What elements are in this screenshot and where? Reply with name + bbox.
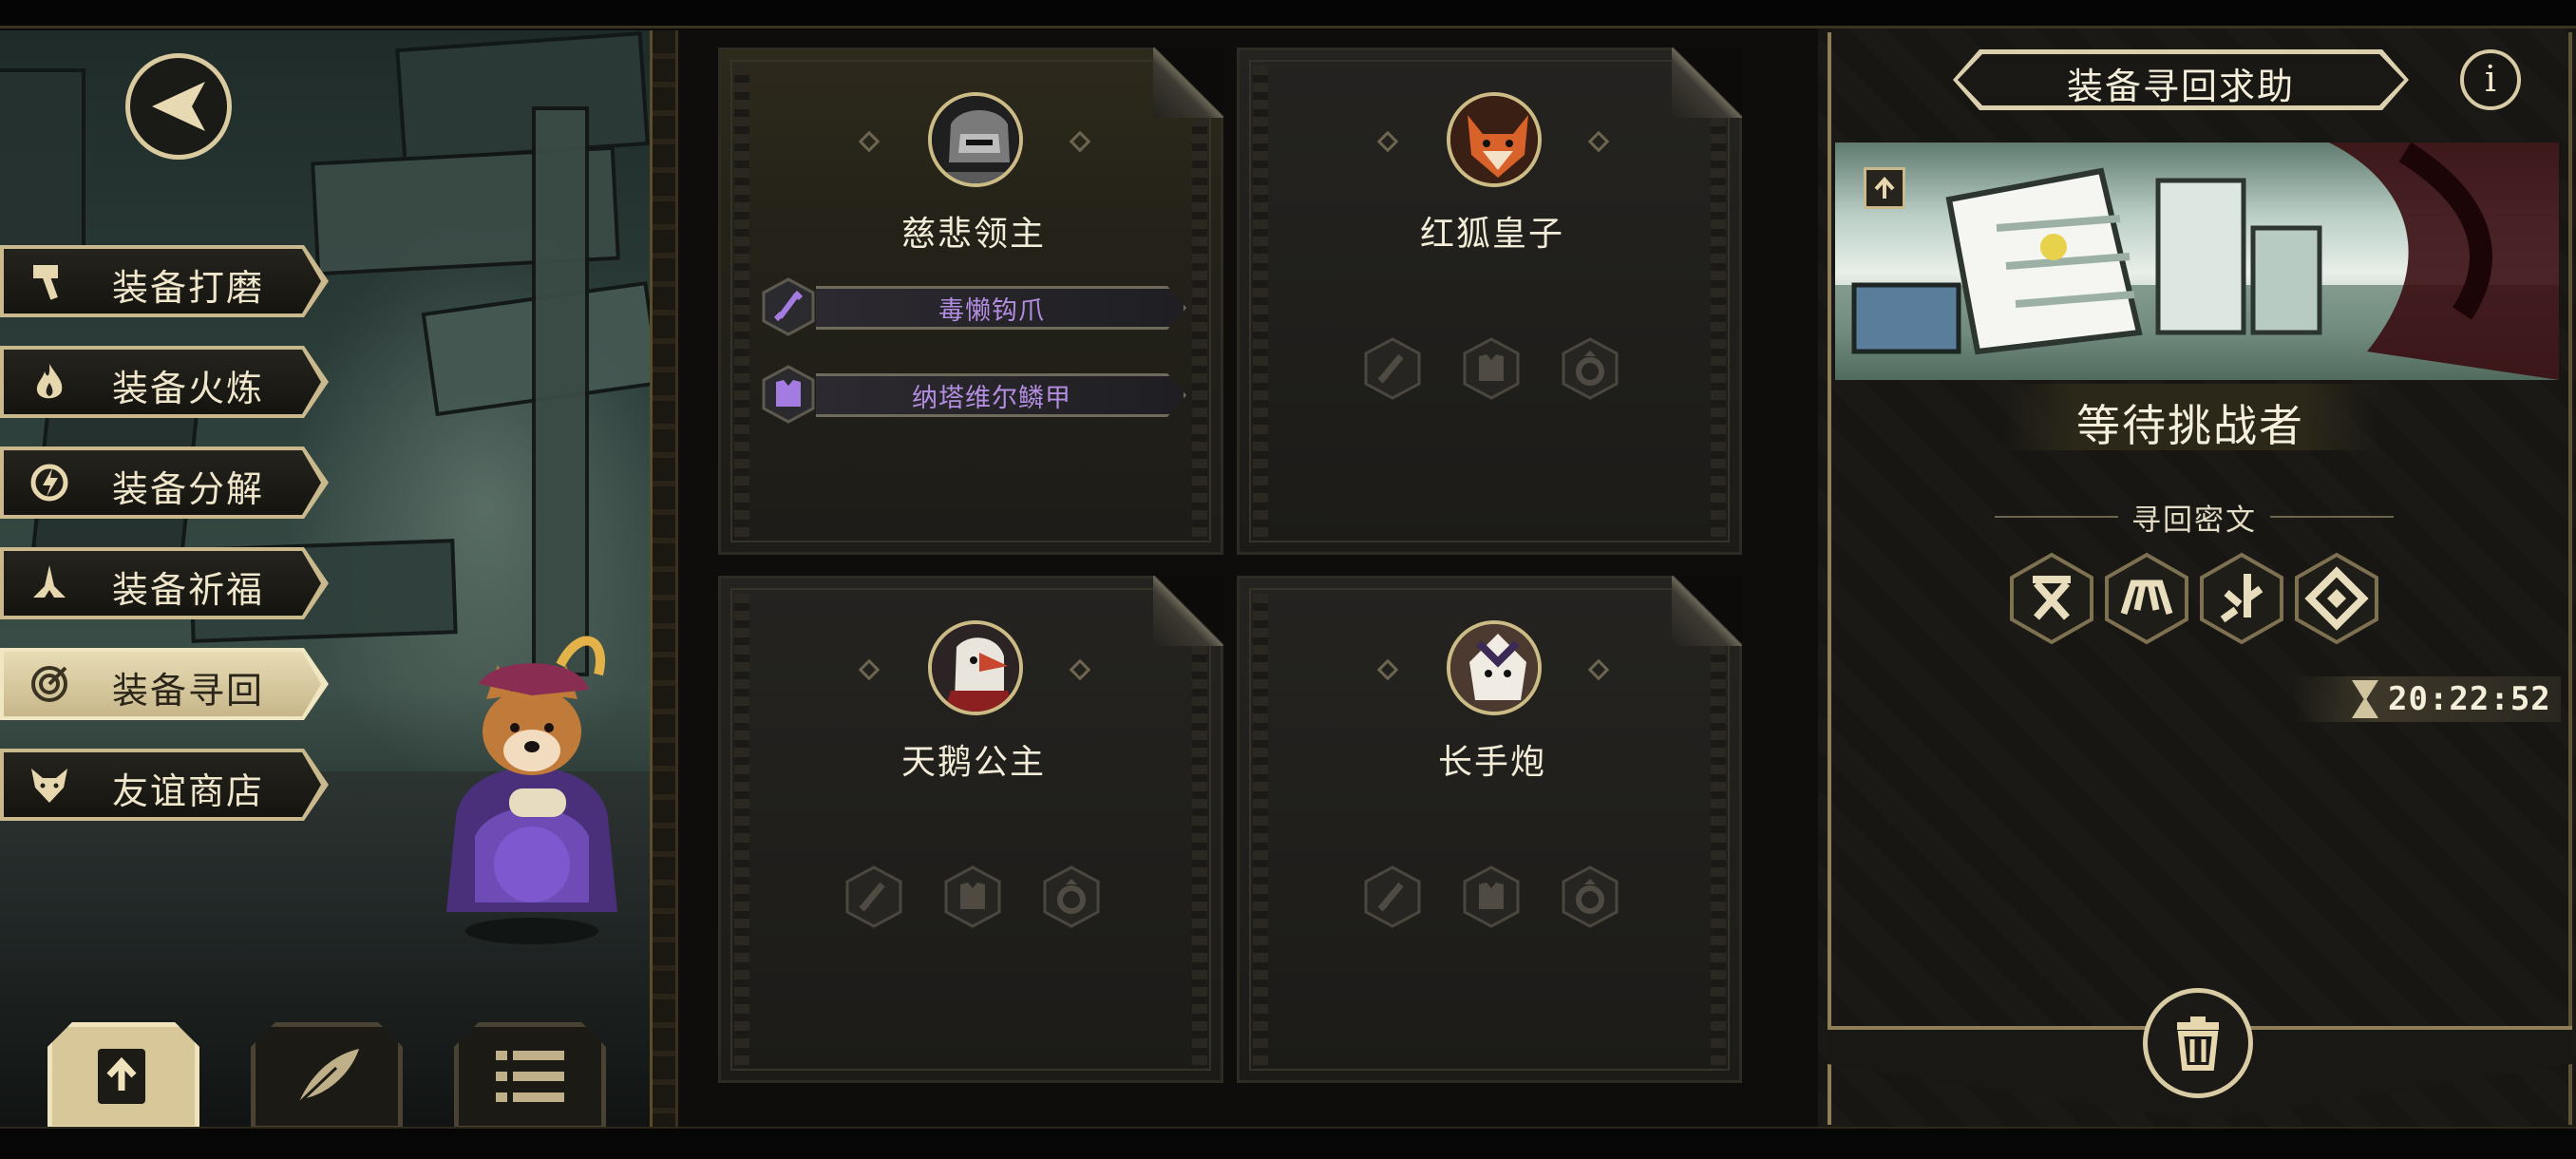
equipment-name: 毒懒钩爪 [938, 296, 1045, 326]
hammer-icon [25, 256, 74, 306]
menu-item-retrieve[interactable]: 装备寻回 [0, 648, 329, 720]
fox-icon [25, 760, 74, 809]
timer-text: 20:22:52 [2388, 680, 2551, 718]
rune-x-icon [2010, 552, 2093, 645]
status-ribbon: 等待挑战者 [2000, 384, 2380, 451]
panel-title-bar: 装备寻回求助 [1953, 49, 2409, 110]
rune-arch-icon [2105, 552, 2188, 645]
equipment-row[interactable]: 纳塔维尔鳞甲 [759, 365, 1196, 424]
trash-icon [2177, 1016, 2219, 1071]
share-upload-button[interactable] [1864, 167, 1905, 209]
menu-item-refine[interactable]: 装备火炼 [0, 346, 329, 418]
decompose-icon [25, 458, 74, 507]
list-icon [496, 1051, 564, 1102]
status-text: 等待挑战者 [2076, 400, 2304, 451]
list-tab-button[interactable] [454, 1022, 606, 1130]
cipher-heading: 寻回密文 [2131, 504, 2257, 538]
game-screen: 装备打磨 装备火炼 装备分解 装备祈福 装备寻回 友谊商店 慈悲领主 毒懒钩爪 … [0, 0, 2576, 1159]
sword-slot-icon [845, 865, 902, 928]
character-name: 天鹅公主 [900, 743, 1046, 782]
menu-label: 装备火炼 [112, 368, 265, 409]
rune-fork-icon [2200, 552, 2283, 645]
menu-item-friendship-shop[interactable]: 友谊商店 [0, 749, 329, 821]
delete-button[interactable] [2143, 988, 2253, 1098]
equipment-row[interactable]: 毒懒钩爪 [759, 277, 1196, 336]
menu-label: 装备打磨 [112, 267, 265, 309]
rune-diamond-icon [2295, 552, 2378, 645]
stage-banner-image [1835, 142, 2559, 380]
ring-slot-icon [1043, 865, 1100, 928]
bottom-border [0, 1127, 2576, 1159]
character-avatar [928, 92, 1023, 187]
target-icon [25, 659, 74, 709]
ornamental-divider [650, 30, 678, 1127]
ring-slot-icon [1562, 865, 1619, 928]
countdown-timer: 20:22:52 [2293, 676, 2561, 722]
armor-slot-icon [944, 865, 1001, 928]
pray-hands-icon [25, 559, 74, 608]
menu-label: 装备分解 [112, 468, 265, 510]
armor-slot-icon [1463, 337, 1520, 400]
menu-item-pray[interactable]: 装备祈福 [0, 547, 329, 619]
feather-tab-button[interactable] [251, 1022, 403, 1130]
upload-icon [98, 1049, 145, 1104]
equipment-name: 纳塔维尔鳞甲 [912, 384, 1071, 413]
menu-label: 装备寻回 [112, 670, 265, 712]
panel-title: 装备寻回求助 [2066, 66, 2295, 107]
menu-item-decompose[interactable]: 装备分解 [0, 446, 329, 519]
character-card[interactable]: 慈悲领主 毒懒钩爪 纳塔维尔鳞甲 [718, 48, 1223, 555]
flame-icon [25, 357, 74, 407]
character-card[interactable]: 红狐皇子 [1237, 48, 1742, 555]
back-button[interactable] [125, 53, 232, 160]
menu-label: 友谊商店 [112, 770, 265, 812]
armor-slot-icon [1463, 865, 1520, 928]
menu-label: 装备祈福 [112, 569, 265, 611]
armor-icon [762, 365, 815, 424]
hourglass-icon [2352, 680, 2378, 718]
character-card[interactable]: 长手炮 [1237, 576, 1742, 1083]
sword-icon [762, 277, 815, 336]
sword-slot-icon [1364, 865, 1421, 928]
character-card[interactable]: 天鹅公主 [718, 576, 1223, 1083]
character-name: 慈悲领主 [900, 215, 1046, 254]
character-avatar [1447, 620, 1542, 715]
character-name: 红狐皇子 [1419, 215, 1564, 254]
ring-slot-icon [1562, 337, 1619, 400]
upload-icon [1874, 177, 1895, 199]
menu-item-polish[interactable]: 装备打磨 [0, 245, 329, 317]
info-button[interactable]: i [2460, 49, 2521, 110]
sword-slot-icon [1364, 337, 1421, 400]
feather-icon [296, 1049, 359, 1106]
top-border [0, 0, 2576, 28]
upload-tab-button[interactable] [47, 1022, 199, 1130]
character-name: 长手炮 [1437, 743, 1546, 782]
shiba-merchant-character [418, 608, 646, 950]
character-avatar [1447, 92, 1542, 187]
character-avatar [928, 620, 1023, 715]
back-arrow-icon [152, 82, 205, 131]
